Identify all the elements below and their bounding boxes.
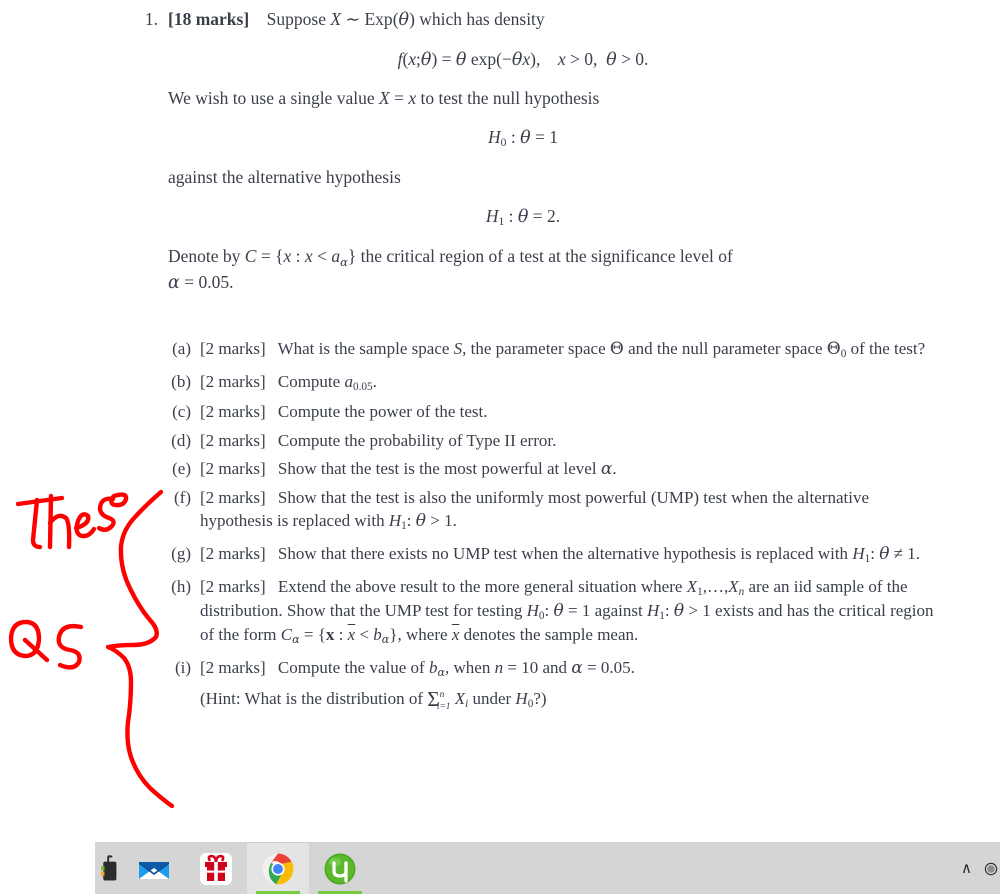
problem-heading: 1. [18 marks] Suppose X ∼ Exp(θ) which h… [138, 8, 938, 32]
subitem-i-marks: [2 marks] [200, 657, 266, 677]
null-hypothesis: H0 : θ = 1 [488, 126, 558, 150]
subitem-f-label: (f) [174, 487, 191, 507]
denote-paragraph: Denote by C = {x : x < aα} the critical … [168, 246, 733, 293]
subitem-h-label: (h) [171, 576, 191, 596]
subitem-a-text: What is the sample space S, the paramete… [277, 339, 926, 361]
alt-hypothesis: H1 : θ = 2. [485, 206, 561, 229]
ink-curly-brace [105, 489, 175, 809]
line-against: against the alternative hypothesis [168, 167, 401, 188]
taskbar-item-mail[interactable] [123, 843, 185, 894]
subitem-h-text: Extend the above result to the more gene… [200, 576, 934, 646]
subitem-e: (e) [2 marks] Show that the test is the … [166, 458, 941, 481]
taskbar-item-gift[interactable] [185, 843, 247, 894]
phone-device-icon [101, 855, 117, 881]
subitem-g-text: Show that there exists no UMP test when … [277, 543, 921, 565]
subitem-i-text: Compute the value of bα, when n = 10 and… [277, 657, 635, 679]
subitem-i: (i) [2 marks] Compute the value of bα, w… [166, 657, 941, 714]
subitem-a: (a) [2 marks] What is the sample space S… [166, 338, 941, 362]
problem-marks: [18 marks] [168, 9, 250, 29]
subitem-g-marks: [2 marks] [200, 543, 266, 563]
taskbar-pinned-apps [95, 843, 371, 894]
problem-1: 1. [18 marks] Suppose X ∼ Exp(θ) which h… [138, 8, 938, 295]
taskbar[interactable]: ∧ [95, 842, 1000, 894]
subitem-g: (g) [2 marks] Show that there exists no … [166, 543, 941, 567]
density-formula: f(x;θ) = θ exp(−θx), x > 0, θ > 0. [397, 48, 649, 70]
taskbar-empty-area [371, 843, 959, 894]
subitem-c: (c) [2 marks] Compute the power of the t… [166, 401, 941, 424]
tray-clipped-icon[interactable] [984, 854, 998, 884]
ink-Q-bowl [8, 619, 42, 659]
gift-icon [200, 853, 232, 885]
taskbar-item-clipped-app[interactable] [95, 843, 123, 894]
ink-Q-tail [22, 637, 50, 663]
subitem-g-label: (g) [171, 543, 191, 563]
subitem-b-label: (b) [171, 372, 191, 392]
system-tray: ∧ [959, 843, 1000, 894]
subitem-a-marks: [2 marks] [200, 339, 266, 358]
subitem-f-marks: [2 marks] [200, 487, 266, 507]
chevron-up-icon[interactable]: ∧ [959, 861, 974, 876]
subitem-d-label: (d) [171, 430, 191, 450]
ink-h-arch [47, 513, 72, 550]
ink-s2 [56, 623, 84, 670]
subitem-list: (a) [2 marks] What is the sample space S… [166, 338, 941, 722]
taskbar-item-utorrent[interactable] [309, 843, 371, 894]
subitem-a-label: (a) [172, 339, 191, 358]
subitem-e-label: (e) [172, 459, 191, 479]
subitem-d: (d) [2 marks] Compute the probability of… [166, 430, 941, 453]
ink-T-bar [15, 495, 65, 507]
subitem-e-text: Show that the test is the most powerful … [277, 459, 617, 480]
chrome-icon [262, 853, 294, 885]
subitem-b: (b) [2 marks] Compute a0.05. [166, 371, 941, 395]
utorrent-icon [324, 853, 356, 885]
subitem-i-label: (i) [174, 657, 191, 677]
document-page: 1. [18 marks] Suppose X ∼ Exp(θ) which h… [0, 0, 1000, 842]
subitem-f-text: Show that the test is also the uniformly… [200, 487, 869, 532]
subitem-c-label: (c) [172, 402, 191, 422]
subitem-h-marks: [2 marks] [200, 576, 266, 596]
problem-number: 1. [144, 9, 158, 29]
line-single-value: We wish to use a single value X = x to t… [168, 87, 600, 108]
circle-icon [984, 862, 998, 875]
subitem-c-marks: [2 marks] [200, 402, 266, 422]
ink-e2 [109, 492, 129, 508]
subitem-b-marks: [2 marks] [200, 372, 266, 392]
subitem-e-marks: [2 marks] [200, 459, 266, 479]
ink-e1 [73, 512, 97, 539]
ink-s [96, 496, 116, 532]
subitem-c-text: Compute the power of the test. [277, 402, 488, 422]
subitem-f: (f) [2 marks] Show that the test is also… [166, 487, 941, 534]
problem-intro: Suppose X ∼ Exp(θ) which has density [266, 9, 545, 30]
ink-T-stem [30, 497, 43, 550]
subitem-i-hint: (Hint: What is the distribution of Σni=1… [200, 686, 547, 712]
subitem-h: (h) [2 marks] Extend the above result to… [166, 576, 941, 648]
ink-h-stem [47, 493, 54, 550]
mail-icon [139, 862, 169, 879]
subitem-b-text: Compute a0.05. [277, 372, 377, 394]
subitem-d-text: Compute the probability of Type II error… [277, 430, 557, 450]
subitem-d-marks: [2 marks] [200, 430, 266, 450]
taskbar-item-chrome[interactable] [247, 843, 309, 894]
